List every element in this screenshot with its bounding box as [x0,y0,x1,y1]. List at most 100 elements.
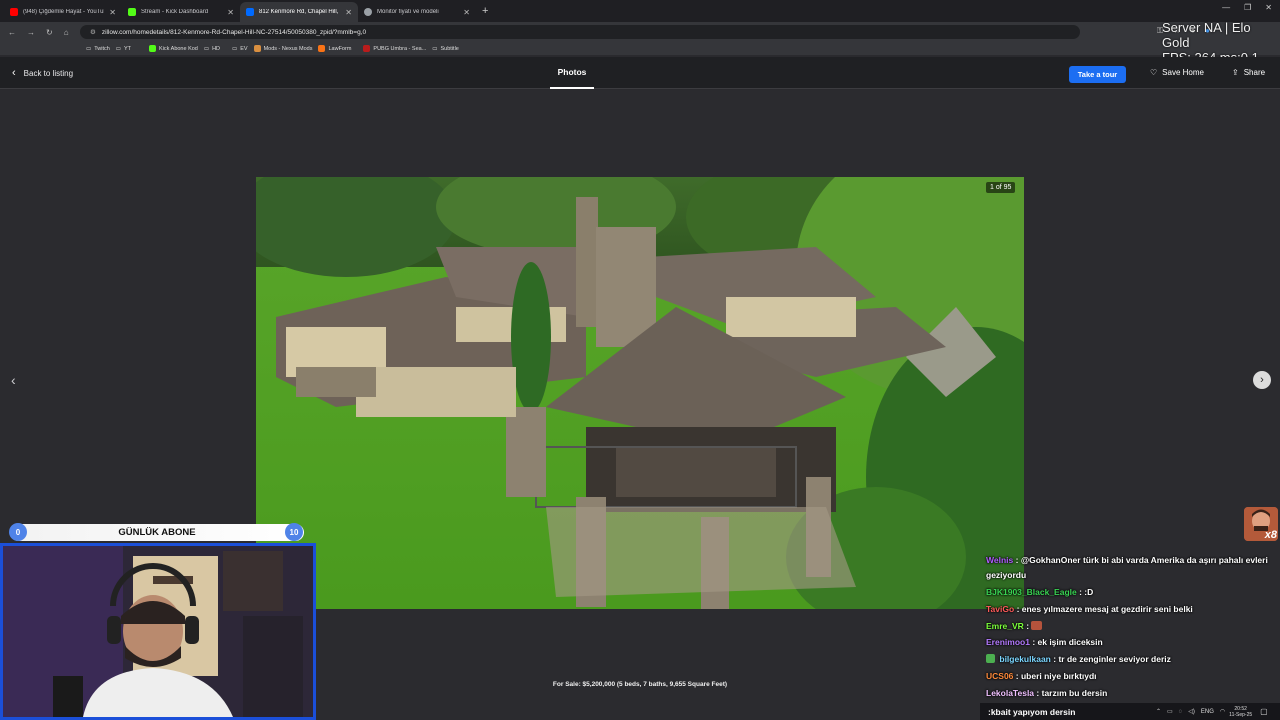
url-text: zillow.com/homedetails/812-Kenmore-Rd-Ch… [101,28,367,36]
language-indicator[interactable]: ENG [1201,709,1214,715]
chat-message: TaviGo : enes yılmazere mesaj at gezdiri… [986,601,1276,618]
stream-chat: Welnis : @GokhanOner türk bi abi varda A… [986,553,1276,702]
close-window-icon[interactable]: ✕ [1265,3,1272,12]
house-photo-image [256,177,1024,609]
chat-message: Emre_VR : [986,618,1276,635]
youtube-icon [10,8,18,16]
bookmark-pubg-umbra[interactable]: PUBG Umbra - Sea... [363,45,426,52]
webcam-image [3,546,313,717]
tab-title: (948) Çiğdemle Hayat - YouTube [23,9,105,15]
bookmark-nexus-mods[interactable]: Mods - Nexus Mods [253,45,312,52]
back-arrow-icon[interactable]: ← [8,28,16,37]
volume-icon[interactable]: ◁) [1188,708,1195,715]
photo-counter: 1 of 95 [986,182,1016,193]
chat-username: LekolaTesla [986,687,1035,698]
browser-tab-strip: (948) Çiğdemle Hayat - YouTube ✕ Stream … [0,0,1280,22]
save-home-button[interactable]: ♡ Save Home [1150,68,1204,77]
bookmark-hd[interactable]: ▭ HD [204,46,220,52]
chat-username: bilgekulkaan [999,654,1051,665]
home-icon[interactable]: ⌂ [64,28,69,37]
chat-avatar: x8 [1244,507,1278,541]
pubg-icon [363,45,371,52]
system-clock[interactable]: 20:52 11-Sep-25 [1229,706,1252,718]
webcam-feed [0,543,316,720]
kick-icon [149,45,157,52]
close-icon[interactable]: ✕ [109,8,116,17]
nav-buttons: ← → ↻ ⌂ [8,28,69,37]
bookmarks-bar: ▭ Twitch ▭ YT Kick Abone Kod ▭ HD ▭ EV Mods … [0,42,1280,56]
folder-icon: ▭ [432,45,438,52]
close-icon[interactable]: ✕ [227,8,234,17]
site-info-icon[interactable]: ⚙ [90,28,96,36]
bookmark-ev[interactable]: ▭ EV [232,46,248,52]
bookmark-yt[interactable]: ▭ YT [116,46,131,52]
server-line: Server NA | Elo Gold [1162,20,1251,50]
close-icon[interactable]: ✕ [345,8,352,17]
tab-title: Stream - Kick Dashboard [141,9,209,15]
folder-icon: ▭ [115,45,121,52]
notification-icon[interactable]: ▢ [1260,707,1268,716]
browser-tab-active[interactable]: 812 Kenmore Rd, Chapel Hill, N ✕ [240,2,358,22]
chat-username: BJK1903_Black_Eagle [986,587,1077,597]
kick-icon [128,8,136,16]
chat-message: UCS06 : uberi niye bırktıydı [986,668,1276,685]
photo-viewer-header: ‹ Back to listing Photos Take a tour ♡ S… [0,57,1280,89]
new-tab-button[interactable]: + [482,5,488,17]
system-taskbar: :kbait yapıyom dersin ⌃ ▭ ◌ ◁) ENG ◠ 20:… [980,703,1280,720]
browser-tab[interactable]: Stream - Kick Dashboard ✕ [122,2,240,22]
folder-icon: ▭ [232,45,238,52]
previous-photo-button[interactable]: ‹ [11,372,16,388]
chat-message: bilgekulkaan : tr de zenginler seviyor d… [986,651,1276,668]
sub-goal-target: 10 [285,523,303,541]
close-icon[interactable]: ✕ [463,8,470,17]
bookmark-lawform[interactable]: LawForm [318,45,351,52]
chat-username: Welnis [986,555,1014,565]
url-field[interactable]: ⚙ zillow.com/homedetails/812-Kenmore-Rd-… [80,25,1080,39]
tab-title: Monitor fiyatı ve modeli [377,9,439,15]
wifi-icon[interactable]: ◠ [1220,708,1225,715]
chat-username: UCS06 [986,670,1014,681]
share-button[interactable]: ⇪ Share [1232,68,1265,77]
chat-ticker: :kbait yapıyom dersin [988,706,1076,717]
heart-icon: ♡ [1150,68,1158,77]
sub-goal-label: GÜNLÜK ABONE [118,527,196,538]
back-to-listing-link[interactable]: ‹ Back to listing [12,67,73,79]
chat-text: : :D [1079,587,1094,597]
network-icon[interactable]: ◌ [1179,709,1183,715]
chevron-up-icon[interactable]: ⌃ [1156,708,1161,715]
chat-text: : [1026,620,1030,631]
chat-text: : ek işim diceksin [1032,637,1103,648]
house-photo[interactable] [256,177,1024,609]
browser-tab[interactable]: (948) Çiğdemle Hayat - YouTube ✕ [4,2,122,22]
maximize-icon[interactable]: ❐ [1244,3,1251,12]
take-a-tour-button[interactable]: Take a tour [1069,66,1126,83]
forward-arrow-icon[interactable]: → [27,28,35,37]
tab-photos[interactable]: Photos [550,57,594,89]
chat-username: Erenimoo1 [986,637,1030,648]
chat-text: : tarzım bu dersin [1036,687,1108,698]
chat-username: Emre_VR [986,620,1024,631]
save-label: Save Home [1162,68,1204,77]
subscriber-badge-icon [986,654,995,664]
chat-text: : uberi niye bırktıydı [1015,670,1097,681]
reload-icon[interactable]: ↻ [46,28,53,37]
chat-message: Erenimoo1 : ek işim diceksin [986,634,1276,651]
chat-message: LekolaTesla : tarzım bu dersin [986,685,1276,702]
bookmark-kick-abone-kod[interactable]: Kick Abone Kod [149,45,198,52]
bookmark-twitch[interactable]: ▭ Twitch [86,46,110,52]
folder-icon: ▭ [86,45,92,52]
browser-tab[interactable]: Monitor fiyatı ve modeli ✕ [358,2,476,22]
bookmark-subtitle[interactable]: ▭ Subtitle [432,46,459,52]
minimize-icon[interactable]: — [1222,3,1230,12]
chevron-left-icon: ‹ [12,67,16,79]
chat-username: TaviGo [986,603,1015,614]
address-bar-row: ← → ↻ ⌂ ⚙ zillow.com/homedetails/812-Ken… [0,22,1280,42]
globe-icon [364,8,372,16]
daily-sub-goal-bar: 0 GÜNLÜK ABONE 10 [9,523,304,541]
avatar-multiplier: x8 [1264,529,1277,541]
folder-icon: ▭ [203,45,210,52]
back-label: Back to listing [23,68,74,78]
lawform-icon [318,45,326,52]
next-photo-button[interactable]: › [1253,371,1271,389]
display-icon[interactable]: ▭ [1167,708,1173,715]
